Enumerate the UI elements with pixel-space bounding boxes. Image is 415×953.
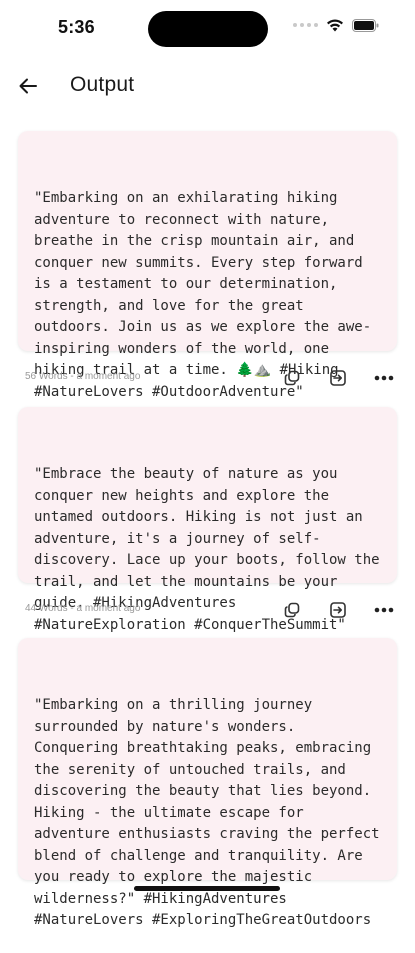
app-header: Output xyxy=(0,58,415,114)
copy-icon xyxy=(284,370,300,386)
status-time: 5:36 xyxy=(58,17,95,37)
more-button[interactable] xyxy=(373,599,395,621)
copy-button[interactable] xyxy=(281,599,303,621)
copy-icon xyxy=(284,602,300,618)
battery-icon xyxy=(352,18,379,32)
output-card[interactable]: "Embarking on a thrilling journey surrou… xyxy=(18,638,397,928)
more-dots-icon xyxy=(374,607,394,613)
output-actions xyxy=(257,367,395,389)
home-indicator xyxy=(134,886,280,891)
output-text: "Embarking on a thrilling journey surrou… xyxy=(34,697,389,928)
more-button[interactable] xyxy=(373,367,395,389)
output-meta-row: 56 Words - a moment ago xyxy=(25,367,395,389)
dynamic-island xyxy=(148,11,268,47)
export-button[interactable] xyxy=(327,367,349,389)
output-meta-row: 44 Words - a moment ago xyxy=(25,599,395,621)
word-count-time: 44 Words - a moment ago xyxy=(25,603,141,614)
wifi-icon xyxy=(327,19,343,32)
copy-button[interactable] xyxy=(281,367,303,389)
status-icons xyxy=(293,18,379,32)
cellular-signal-icon xyxy=(293,23,318,27)
export-button[interactable] xyxy=(327,599,349,621)
output-actions xyxy=(257,599,395,621)
output-card[interactable]: "Embarking on an exhilarating hiking adv… xyxy=(18,131,397,400)
output-card[interactable]: "Embrace the beauty of nature as you con… xyxy=(18,407,397,633)
export-icon xyxy=(330,370,346,386)
arrow-left-icon xyxy=(19,78,37,94)
more-dots-icon xyxy=(374,375,394,381)
back-button[interactable] xyxy=(14,72,42,100)
export-icon xyxy=(330,602,346,618)
status-bar: 5:36 xyxy=(0,0,415,56)
word-count-time: 56 Words - a moment ago xyxy=(25,371,141,382)
page-title: Output xyxy=(70,73,135,96)
